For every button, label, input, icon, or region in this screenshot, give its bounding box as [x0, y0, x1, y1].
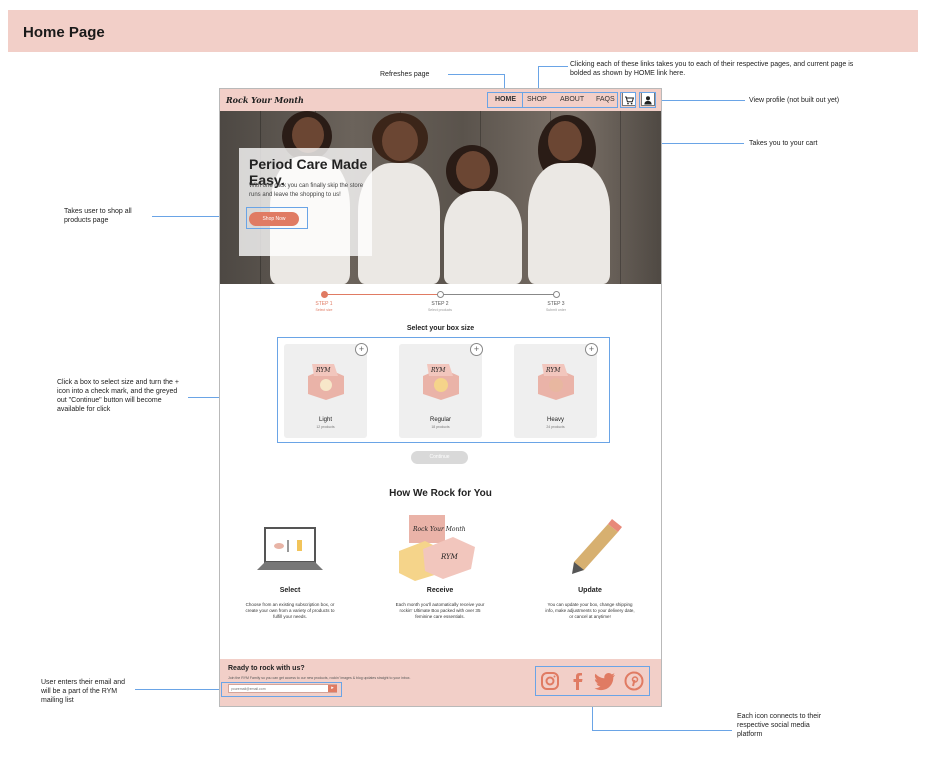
- person-shirt: [444, 191, 522, 284]
- laptop-icon: [257, 527, 323, 570]
- annotation-shop-all: Takes user to shop all products page: [64, 208, 132, 224]
- svg-text:RYM: RYM: [440, 553, 459, 561]
- step-3-sub: Submit order: [545, 308, 567, 312]
- annotation-cart: Takes you to your cart: [749, 140, 818, 147]
- footer-text: Join the RYM Family so you can get acces…: [228, 676, 411, 680]
- page-title: Home Page: [23, 24, 105, 41]
- highlight-profile: [639, 92, 656, 108]
- box-section-title: Select your box size: [406, 325, 475, 332]
- annotation-social: Each icon connects to their respective s…: [737, 713, 822, 738]
- step-2-label: STEP 2: [431, 301, 449, 307]
- how-col-receive-title: Receive: [426, 587, 454, 594]
- highlight-cart: [620, 92, 636, 108]
- step-3-dot: [553, 291, 560, 298]
- annotation-box-select: Click a box to select size and turn the …: [57, 379, 179, 413]
- connector-line: [592, 730, 732, 731]
- svg-text:Rock Your Month: Rock Your Month: [412, 526, 466, 533]
- step-1-sub: Select size: [315, 308, 333, 312]
- how-col-receive-text: Each month you'll automatically receive …: [395, 602, 485, 619]
- pencil-icon: [572, 519, 622, 574]
- hero-text: With one click you can finally skip the …: [249, 183, 364, 198]
- highlight-nav-links: [522, 92, 618, 108]
- annotation-email: User enters their email and will be a pa…: [41, 679, 126, 704]
- hero-card: Period Care Made Easy. With one click yo…: [239, 148, 372, 256]
- person-head: [382, 121, 418, 161]
- connector-line: [448, 74, 504, 75]
- page-banner: [8, 10, 918, 52]
- how-col-update-text: You can update your box, change shipping…: [545, 602, 635, 619]
- continue-button[interactable]: Continue: [411, 451, 468, 464]
- how-col-select-title: Select: [279, 587, 301, 594]
- how-section-title: How We Rock for You: [389, 488, 492, 499]
- person-shirt: [528, 163, 610, 284]
- connector-line: [135, 689, 221, 690]
- how-col-select-text: Choose from an existing subscription box…: [245, 602, 335, 619]
- person-head: [548, 121, 582, 161]
- annotation-nav-links: Clicking each of these links takes you t…: [570, 61, 854, 77]
- step-2-sub: Select products: [427, 308, 453, 312]
- box-stack-icon: Rock Your Month RYM: [399, 515, 475, 581]
- progress-line-active: [325, 294, 440, 295]
- connector-line: [657, 100, 745, 101]
- step-3-label: STEP 3: [547, 301, 565, 307]
- person-head: [456, 151, 490, 189]
- hero-section: Period Care Made Easy. With one click yo…: [220, 111, 661, 284]
- step-1-dot: [321, 291, 328, 298]
- connector-line: [538, 66, 568, 67]
- annotation-refresh: Refreshes page: [380, 71, 430, 78]
- highlight-email: [221, 682, 342, 697]
- highlight-shop-now: [246, 207, 308, 229]
- footer-title: Ready to rock with us?: [228, 665, 305, 672]
- step-1-label: STEP 1: [315, 301, 333, 307]
- site-logo[interactable]: Rock Your Month: [226, 95, 304, 105]
- highlight-social: [535, 666, 650, 696]
- step-2-dot: [437, 291, 444, 298]
- how-col-update-title: Update: [578, 587, 602, 594]
- highlight-home: [487, 92, 523, 108]
- highlight-box-select: [277, 337, 610, 443]
- annotation-profile: View profile (not built out yet): [749, 97, 840, 104]
